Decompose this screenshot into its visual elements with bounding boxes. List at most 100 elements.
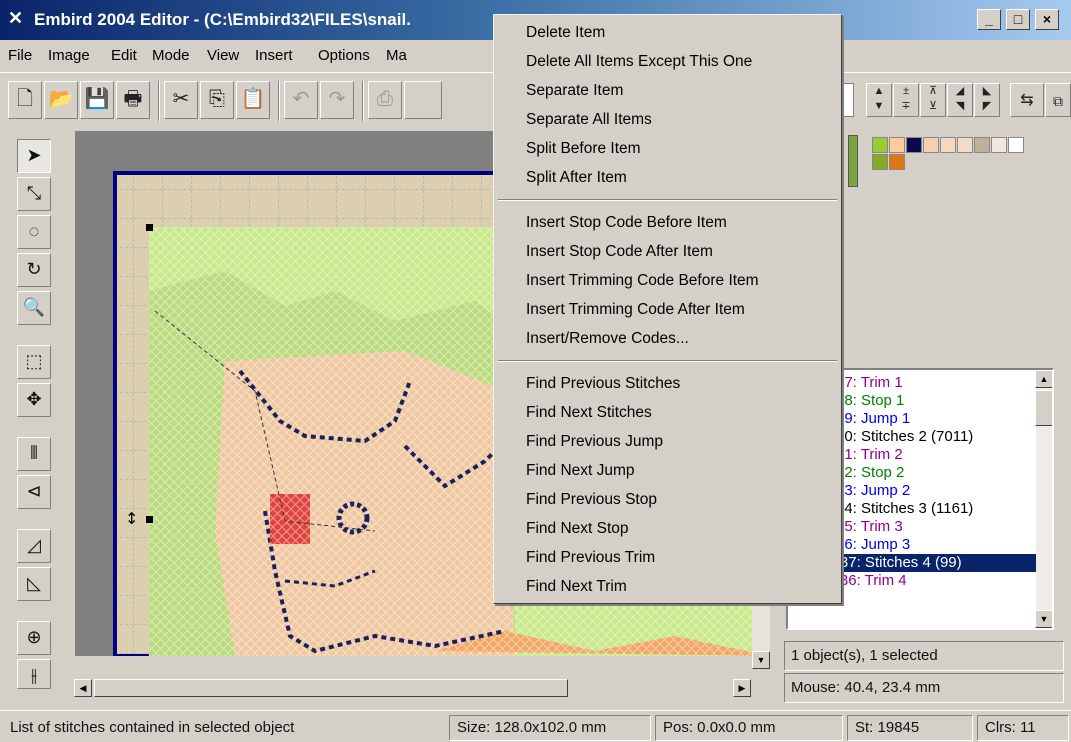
resize-icon[interactable]: ⬚ xyxy=(17,345,51,379)
palette-swatch[interactable] xyxy=(872,137,888,153)
move-up-down-icon[interactable]: ▲ ▼ xyxy=(866,83,892,117)
maximize-button[interactable]: □ xyxy=(1006,9,1030,30)
menu-item-split-before[interactable]: Split Before Item xyxy=(526,135,641,163)
color-down-icon[interactable]: ◣ ◤ xyxy=(974,83,1000,117)
status-color-count: Clrs: 11 xyxy=(977,715,1069,741)
align-left-icon[interactable]: ◿ xyxy=(17,529,51,563)
list-scroll-thumb[interactable] xyxy=(1035,390,1052,426)
menu-file[interactable]: File xyxy=(8,47,32,64)
color-up-icon[interactable]: ◢ ◥ xyxy=(947,83,973,117)
toolbar-separator xyxy=(278,81,280,121)
distribute-icon[interactable]: ⫲ xyxy=(17,659,51,689)
menu-item-insert-trim-before[interactable]: Insert Trimming Code Before Item xyxy=(526,267,759,295)
status-position: Pos: 0.0x0.0 mm xyxy=(655,715,843,741)
palette-swatch[interactable] xyxy=(940,137,956,153)
palette-swatch[interactable] xyxy=(1008,137,1024,153)
window-title: Embird 2004 Editor - (C:\Embird32\FILES\… xyxy=(34,10,411,29)
copy-icon[interactable]: ⎘ xyxy=(200,81,234,119)
stitch-tool-icon[interactable] xyxy=(404,81,442,119)
menu-item-insert-stop-before[interactable]: Insert Stop Code Before Item xyxy=(526,209,727,237)
menu-view[interactable]: View xyxy=(207,47,239,64)
redo-icon[interactable]: ↷ xyxy=(320,81,354,119)
split-join-icon[interactable]: ⇆ xyxy=(1010,83,1044,117)
move-icon[interactable]: ✥ xyxy=(17,383,51,417)
menu-item-find-prev-trim[interactable]: Find Previous Trim xyxy=(526,544,655,572)
menu-item-separate-all[interactable]: Separate All Items xyxy=(526,106,652,134)
svg-text:↕: ↕ xyxy=(125,509,138,528)
menu-item-find-next-trim[interactable]: Find Next Trim xyxy=(526,573,627,601)
palette-swatch[interactable] xyxy=(889,137,905,153)
more-tools-icon[interactable]: ⧉ xyxy=(1045,83,1071,117)
menu-item-delete-all-except[interactable]: Delete All Items Except This One xyxy=(526,48,752,76)
menu-separator xyxy=(498,360,837,362)
list-scroll-up-button[interactable]: ▲ xyxy=(1035,370,1052,388)
menu-item-delete-item[interactable]: Delete Item xyxy=(526,19,605,47)
status-hint: List of stitches contained in selected o… xyxy=(10,719,295,736)
menu-item-insert-stop-after[interactable]: Insert Stop Code After Item xyxy=(526,238,713,266)
menu-item-split-after[interactable]: Split After Item xyxy=(526,164,627,192)
palette-swatch[interactable] xyxy=(974,137,990,153)
new-file-icon[interactable]: 🗋 xyxy=(8,81,42,119)
menu-options[interactable]: Options xyxy=(318,47,370,64)
mirror-vertical-icon[interactable]: ⊲ xyxy=(17,475,51,509)
context-menu: Delete Item Delete All Items Except This… xyxy=(493,14,842,604)
menu-item-find-next-stop[interactable]: Find Next Stop xyxy=(526,515,629,543)
menu-item-separate-item[interactable]: Separate Item xyxy=(526,77,623,105)
menu-item-find-prev-stop[interactable]: Find Previous Stop xyxy=(526,486,657,514)
undo-icon[interactable]: ↶ xyxy=(284,81,318,119)
menu-insert[interactable]: Insert xyxy=(255,47,293,64)
scroll-down-button[interactable]: ▼ xyxy=(752,651,770,669)
minimize-button[interactable]: _ xyxy=(977,9,1001,30)
close-button[interactable]: × xyxy=(1035,9,1059,30)
mirror-horizontal-icon[interactable]: ⫴ xyxy=(17,437,51,471)
color-field[interactable] xyxy=(842,83,854,117)
needle-icon[interactable]: ✕ xyxy=(8,8,28,30)
menu-item-insert-remove-codes[interactable]: Insert/Remove Codes... xyxy=(526,325,689,353)
color-palette xyxy=(872,137,1052,173)
page-icon[interactable]: ⎙ xyxy=(368,81,402,119)
step-up-down-icon[interactable]: ± ∓ xyxy=(893,83,919,117)
left-toolbar: ➤ ⤡ ◌ ↻ 🔍 ⬚ ✥ ⫴ ⊲ ◿ ◺ ⊕ ⫲ xyxy=(0,131,74,709)
select-arrow-icon[interactable]: ➤ xyxy=(17,139,51,173)
mouse-position: Mouse: 40.4, 23.4 mm xyxy=(784,673,1064,703)
menu-edit[interactable]: Edit xyxy=(111,47,137,64)
palette-swatch[interactable] xyxy=(906,137,922,153)
paste-icon[interactable]: 📋 xyxy=(236,81,270,119)
list-scroll-down-button[interactable]: ▼ xyxy=(1035,610,1052,628)
scroll-right-button[interactable]: ▶ xyxy=(733,679,751,697)
align-right-icon[interactable]: ◺ xyxy=(17,567,51,601)
zoom-icon[interactable]: 🔍 xyxy=(17,291,51,325)
horizontal-scroll-thumb[interactable] xyxy=(94,679,568,697)
design-thumbnail[interactable] xyxy=(848,135,858,187)
palette-swatch[interactable] xyxy=(957,137,973,153)
menu-manage[interactable]: Ma xyxy=(386,47,407,64)
toolbar-separator xyxy=(362,81,364,121)
palette-swatch[interactable] xyxy=(889,154,905,170)
status-bar: List of stitches contained in selected o… xyxy=(0,710,1071,742)
menu-separator xyxy=(498,199,837,201)
menu-item-find-next-jump[interactable]: Find Next Jump xyxy=(526,457,635,485)
menu-item-find-prev-stitches[interactable]: Find Previous Stitches xyxy=(526,370,680,398)
lasso-select-icon[interactable]: ◌ xyxy=(17,215,51,249)
menu-item-insert-trim-after[interactable]: Insert Trimming Code After Item xyxy=(526,296,745,324)
menu-item-find-prev-jump[interactable]: Find Previous Jump xyxy=(526,428,663,456)
cut-icon[interactable]: ✂ xyxy=(164,81,198,119)
toolbar-separator xyxy=(158,81,160,121)
save-icon[interactable]: 💾 xyxy=(80,81,114,119)
print-icon[interactable]: 🖶 xyxy=(116,81,150,119)
menu-item-find-next-stitches[interactable]: Find Next Stitches xyxy=(526,399,652,427)
center-icon[interactable]: ⊕ xyxy=(17,621,51,655)
menu-image[interactable]: Image xyxy=(48,47,90,64)
status-stitch-count: St: 19845 xyxy=(847,715,973,741)
palette-swatch[interactable] xyxy=(991,137,1007,153)
palette-swatch[interactable] xyxy=(923,137,939,153)
scroll-left-button[interactable]: ◀ xyxy=(74,679,92,697)
palette-swatch[interactable] xyxy=(872,154,888,170)
open-file-icon[interactable]: 📂 xyxy=(44,81,78,119)
node-edit-icon[interactable]: ⤡ xyxy=(17,177,51,211)
status-size: Size: 128.0x102.0 mm xyxy=(449,715,651,741)
rotate-icon[interactable]: ↻ xyxy=(17,253,51,287)
first-last-icon[interactable]: ⊼ ⊻ xyxy=(920,83,946,117)
menu-mode[interactable]: Mode xyxy=(152,47,190,64)
selection-info: 1 object(s), 1 selected xyxy=(784,641,1064,671)
